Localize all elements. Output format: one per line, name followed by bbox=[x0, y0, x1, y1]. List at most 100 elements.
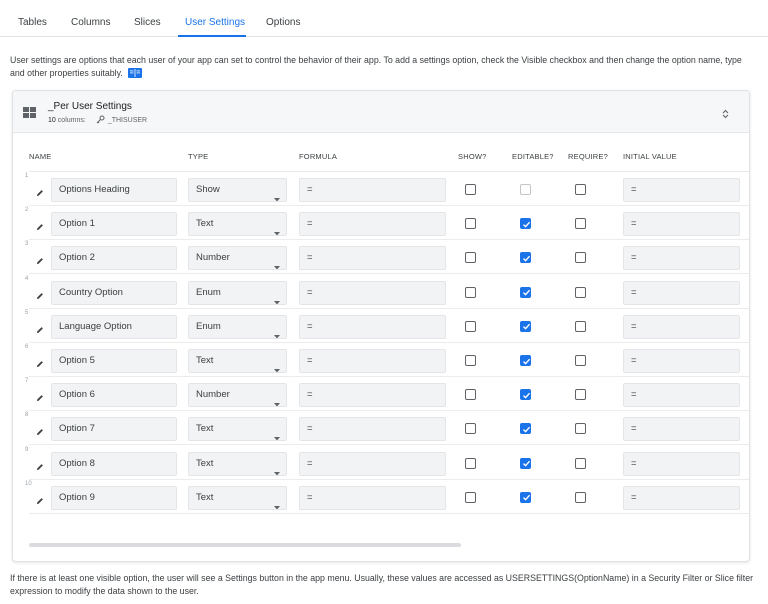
option-name-field[interactable]: Option 2 bbox=[51, 246, 177, 271]
type-select[interactable]: Enum bbox=[188, 280, 287, 305]
option-name-field[interactable]: Option 8 bbox=[51, 451, 177, 476]
initial-value-field[interactable]: = bbox=[623, 212, 740, 237]
initial-value-field[interactable]: = bbox=[623, 485, 740, 510]
tab-user-settings[interactable]: User Settings bbox=[185, 17, 245, 28]
tab-columns[interactable]: Columns bbox=[71, 17, 110, 28]
show-checkbox[interactable] bbox=[465, 423, 476, 435]
book-icon[interactable] bbox=[128, 68, 143, 82]
editable-checkbox[interactable] bbox=[520, 457, 531, 469]
type-select[interactable]: Number bbox=[188, 383, 287, 408]
tab-slices[interactable]: Slices bbox=[134, 17, 161, 28]
show-checkbox[interactable] bbox=[465, 184, 476, 195]
option-name-field[interactable]: Option 1 bbox=[51, 212, 177, 237]
type-select[interactable]: Enum bbox=[188, 314, 287, 339]
formula-field[interactable]: = bbox=[299, 212, 446, 237]
type-select[interactable]: Show bbox=[188, 178, 287, 202]
formula-field[interactable]: = bbox=[299, 314, 446, 339]
option-name-field[interactable]: Option 9 bbox=[51, 485, 177, 510]
require-checkbox[interactable] bbox=[575, 423, 586, 435]
show-checkbox[interactable] bbox=[465, 457, 476, 469]
pencil-icon[interactable] bbox=[36, 321, 44, 339]
card-header[interactable]: _Per User Settings 10 columns: _THISUSER bbox=[13, 91, 749, 133]
unfold-icon[interactable] bbox=[722, 106, 729, 124]
editable-checkbox[interactable] bbox=[520, 286, 531, 298]
initial-value-field[interactable]: = bbox=[623, 314, 740, 339]
type-value: Text bbox=[196, 423, 214, 435]
formula-field[interactable]: = bbox=[299, 383, 446, 408]
require-checkbox[interactable] bbox=[575, 286, 586, 298]
editable-checkbox[interactable] bbox=[520, 491, 531, 503]
pencil-icon[interactable] bbox=[36, 355, 44, 373]
footer-description: If there is at least one visible option,… bbox=[10, 573, 754, 596]
require-checkbox[interactable] bbox=[575, 491, 586, 503]
initial-value-field[interactable]: = bbox=[623, 349, 740, 373]
formula-field[interactable]: = bbox=[299, 485, 446, 510]
show-checkbox[interactable] bbox=[465, 252, 476, 264]
type-select[interactable]: Text bbox=[188, 451, 287, 476]
pencil-icon[interactable] bbox=[36, 389, 44, 407]
caret-down-icon bbox=[274, 394, 280, 407]
pencil-icon[interactable] bbox=[36, 252, 44, 270]
pencil-icon[interactable] bbox=[36, 458, 44, 476]
show-checkbox[interactable] bbox=[465, 320, 476, 332]
editable-checkbox[interactable] bbox=[520, 355, 531, 366]
require-checkbox[interactable] bbox=[575, 184, 586, 195]
initial-value-field[interactable]: = bbox=[623, 383, 740, 408]
editable-checkbox[interactable] bbox=[520, 389, 531, 401]
row-number: 2 bbox=[25, 207, 29, 214]
settings-row: 8 Option 7 Text = = bbox=[13, 411, 749, 446]
settings-row: 1 Options Heading Show = = bbox=[13, 172, 749, 206]
pencil-icon[interactable] bbox=[36, 218, 44, 236]
type-select[interactable]: Text bbox=[188, 417, 287, 442]
initial-value-field[interactable]: = bbox=[623, 280, 740, 305]
tab-options[interactable]: Options bbox=[266, 17, 300, 28]
option-name-field[interactable]: Option 5 bbox=[51, 349, 177, 373]
require-checkbox[interactable] bbox=[575, 252, 586, 264]
show-checkbox[interactable] bbox=[465, 218, 476, 230]
formula-field[interactable]: = bbox=[299, 417, 446, 442]
require-checkbox[interactable] bbox=[575, 218, 586, 230]
editable-checkbox[interactable] bbox=[520, 423, 531, 435]
formula-field[interactable]: = bbox=[299, 349, 446, 373]
require-checkbox[interactable] bbox=[575, 457, 586, 469]
formula-field[interactable]: = bbox=[299, 178, 446, 202]
option-name-field[interactable]: Options Heading bbox=[51, 178, 177, 202]
formula-field[interactable]: = bbox=[299, 280, 446, 305]
header-initial-value: INITIAL VALUE bbox=[623, 152, 677, 161]
pencil-icon[interactable] bbox=[36, 423, 44, 441]
type-select[interactable]: Number bbox=[188, 246, 287, 271]
type-value: Text bbox=[196, 491, 214, 503]
initial-value-field[interactable]: = bbox=[623, 178, 740, 202]
type-select[interactable]: Text bbox=[188, 349, 287, 373]
show-checkbox[interactable] bbox=[465, 491, 476, 503]
editable-checkbox[interactable] bbox=[520, 320, 531, 332]
editable-checkbox[interactable] bbox=[520, 218, 531, 230]
row-number: 3 bbox=[25, 241, 29, 248]
row-number: 9 bbox=[25, 446, 29, 453]
tab-tables[interactable]: Tables bbox=[18, 17, 47, 28]
pencil-icon[interactable] bbox=[36, 492, 44, 510]
pencil-icon[interactable] bbox=[36, 184, 44, 202]
initial-value-field[interactable]: = bbox=[623, 451, 740, 476]
editable-checkbox[interactable] bbox=[520, 252, 531, 264]
initial-value-field[interactable]: = bbox=[623, 246, 740, 271]
formula-field[interactable]: = bbox=[299, 246, 446, 271]
require-checkbox[interactable] bbox=[575, 389, 586, 401]
pencil-icon[interactable] bbox=[36, 287, 44, 305]
option-name-field[interactable]: Option 7 bbox=[51, 417, 177, 442]
initial-value-field[interactable]: = bbox=[623, 417, 740, 442]
require-checkbox[interactable] bbox=[575, 355, 586, 366]
option-name-field[interactable]: Country Option bbox=[51, 280, 177, 305]
type-select[interactable]: Text bbox=[188, 485, 287, 510]
require-checkbox[interactable] bbox=[575, 320, 586, 332]
show-checkbox[interactable] bbox=[465, 286, 476, 298]
header-name: NAME bbox=[29, 152, 52, 161]
option-name-field[interactable]: Option 6 bbox=[51, 383, 177, 408]
row-number: 6 bbox=[25, 344, 29, 350]
option-name-field[interactable]: Language Option bbox=[51, 314, 177, 339]
type-select[interactable]: Text bbox=[188, 212, 287, 237]
show-checkbox[interactable] bbox=[465, 355, 476, 366]
show-checkbox[interactable] bbox=[465, 389, 476, 401]
horizontal-scrollbar[interactable] bbox=[29, 543, 461, 547]
formula-field[interactable]: = bbox=[299, 451, 446, 476]
